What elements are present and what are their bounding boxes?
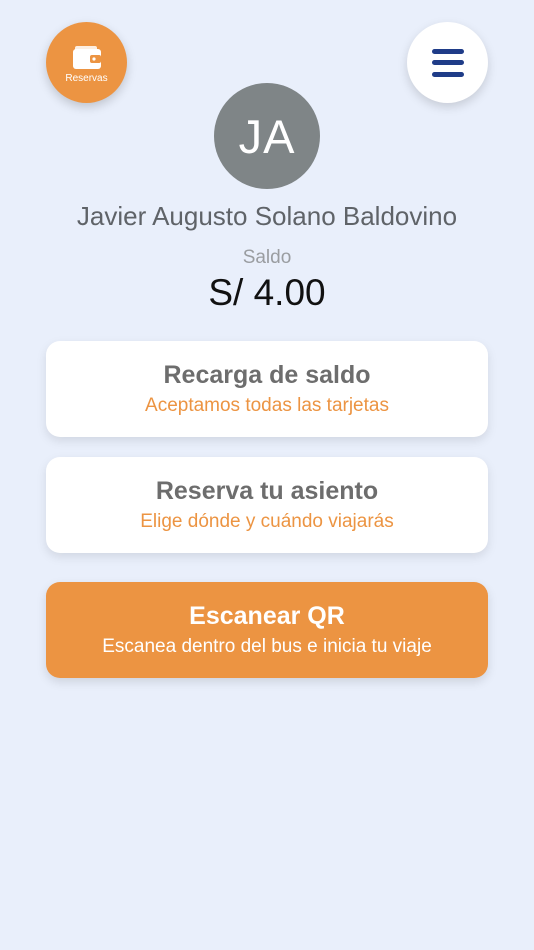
balance-label: Saldo xyxy=(242,247,292,268)
menu-button[interactable] xyxy=(407,22,488,103)
scan-qr-button[interactable]: Escanear QR Escanea dentro del bus e ini… xyxy=(46,582,488,678)
reservas-label: Reservas xyxy=(65,72,108,84)
scan-qr-title: Escanear QR xyxy=(189,602,345,630)
avatar: JA xyxy=(214,83,320,189)
recarga-saldo-subtitle: Aceptamos todas las tarjetas xyxy=(145,395,389,416)
user-name: Javier Augusto Solano Baldovino xyxy=(76,201,458,231)
reserva-asiento-card[interactable]: Reserva tu asiento Elige dónde y cuándo … xyxy=(46,457,488,553)
home-screen: Reservas JA Javier Augusto Solano Baldov… xyxy=(0,0,534,950)
recarga-saldo-card[interactable]: Recarga de saldo Aceptamos todas las tar… xyxy=(46,341,488,437)
hamburger-menu-icon xyxy=(431,48,464,77)
balance-value: S/ 4.00 xyxy=(208,272,326,313)
reserva-asiento-title: Reserva tu asiento xyxy=(155,477,379,505)
scan-qr-subtitle: Escanea dentro del bus e inicia tu viaje xyxy=(102,636,432,657)
reservas-button[interactable]: Reservas xyxy=(46,22,127,103)
wallet-icon xyxy=(72,45,101,69)
reserva-asiento-subtitle: Elige dónde y cuándo viajarás xyxy=(140,511,394,532)
recarga-saldo-title: Recarga de saldo xyxy=(163,361,371,389)
